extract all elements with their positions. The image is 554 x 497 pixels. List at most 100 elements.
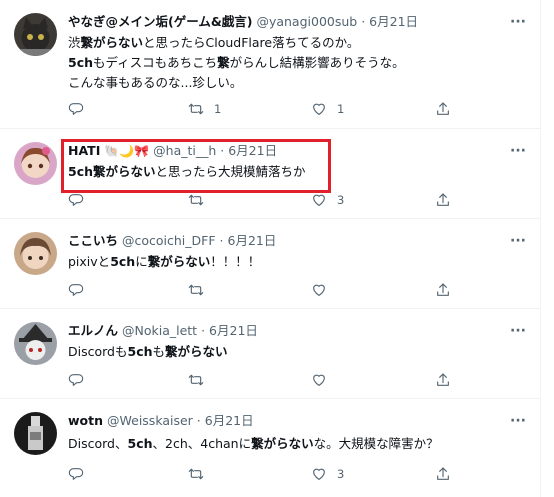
text-segment: Discord、 <box>68 436 128 451</box>
highlighted-keyword: 繋がらない <box>147 254 211 269</box>
user-handle[interactable]: @yanagi000sub <box>256 14 357 29</box>
character-avatar-icon <box>14 232 57 275</box>
highlighted-keyword: 繋がらない <box>251 436 314 451</box>
share-icon <box>437 283 449 296</box>
tweet[interactable]: ここいち @cocoichi_DFF · 6月21日 ··· pixivと5ch… <box>0 219 541 309</box>
text-segment: Discordも <box>68 344 128 359</box>
tweet-date[interactable]: 6月21日 <box>205 413 254 428</box>
tweet-text: Discordも5chも繋がらない <box>68 342 228 362</box>
reply-button[interactable] <box>68 100 84 118</box>
tweet-header: エルノん @Nokia_lett · 6月21日 <box>68 323 258 339</box>
text-segment: ！！！！ <box>210 254 261 269</box>
text-segment: がらんし結構影響ありそうな。 <box>229 55 405 70</box>
avatar-character[interactable] <box>14 232 57 275</box>
tweet-text-line: pixivと5chに繋がらない！！！！ <box>68 252 260 272</box>
tweet-date[interactable]: 6月21日 <box>228 233 277 248</box>
like-button[interactable]: 3 <box>311 191 344 209</box>
retweet-button[interactable] <box>188 191 204 209</box>
text-segment: と思ったらCloudFlare落ちてるのか。 <box>143 35 360 50</box>
reply-button[interactable] <box>68 371 84 389</box>
more-horizontal-icon[interactable]: ··· <box>509 324 527 341</box>
avatar-bottle[interactable] <box>14 412 57 455</box>
reply-button[interactable] <box>68 191 84 209</box>
reply-icon <box>68 194 84 206</box>
highlighted-keyword: 5ch <box>68 55 94 70</box>
avatar-black-cat[interactable] <box>14 13 57 56</box>
tweet[interactable]: やなぎ@メイン垢(ゲーム&戯言) @yanagi000sub · 6月21日 ·… <box>0 0 541 129</box>
heart-icon <box>313 103 325 115</box>
tweet-actions: 3 <box>60 465 460 483</box>
heart-icon <box>313 284 325 296</box>
share-button[interactable] <box>435 281 451 299</box>
more-horizontal-icon[interactable]: ··· <box>509 144 527 161</box>
retweet-button[interactable] <box>188 281 204 299</box>
tweet-date[interactable]: 6月21日 <box>369 14 418 29</box>
tweet[interactable]: エルノん @Nokia_lett · 6月21日 ··· Discordも5ch… <box>0 309 541 399</box>
like-count: 1 <box>337 102 345 116</box>
tweet-actions <box>60 371 460 389</box>
reply-button[interactable] <box>68 281 84 299</box>
user-handle[interactable]: @cocoichi_DFF <box>122 233 216 248</box>
share-icon <box>437 193 449 206</box>
tweet-header: wotn @Weisskaiser · 6月21日 <box>68 413 254 429</box>
black-cat-avatar-icon <box>14 13 57 56</box>
display-name[interactable]: ここいち <box>68 233 118 248</box>
share-button[interactable] <box>435 191 451 209</box>
tweet-header: ここいち @cocoichi_DFF · 6月21日 <box>68 233 276 249</box>
like-count: 3 <box>337 193 345 207</box>
timeline-feed: やなぎ@メイン垢(ゲーム&戯言) @yanagi000sub · 6月21日 ·… <box>0 0 541 497</box>
tweet[interactable]: wotn @Weisskaiser · 6月21日 ··· Discord、5c… <box>0 399 541 497</box>
user-handle[interactable]: @Weisskaiser <box>107 413 193 428</box>
separator: · <box>196 413 201 428</box>
share-icon <box>437 467 449 480</box>
display-name[interactable]: wotn <box>68 413 103 428</box>
reply-icon <box>68 468 84 480</box>
tweet-text: pixivと5chに繋がらない！！！！ <box>68 252 260 272</box>
display-name[interactable]: やなぎ@メイン垢(ゲーム&戯言) <box>68 14 252 29</box>
avatar-anime-girl[interactable] <box>14 142 57 185</box>
tweet-actions <box>60 281 460 299</box>
text-segment: な。大規模な障害か？ <box>313 436 439 451</box>
separator: · <box>219 233 224 248</box>
retweet-count: 1 <box>214 102 222 116</box>
retweet-button[interactable] <box>188 465 204 483</box>
heart-icon <box>313 194 325 206</box>
tweet-text-line: 渋繋がらないと思ったらCloudFlare落ちてるのか。 <box>68 33 405 53</box>
witch-avatar-icon <box>14 322 57 365</box>
heart-icon <box>313 374 325 386</box>
text-segment: 渋 <box>68 35 81 50</box>
text-segment: もディスコもあちこち <box>93 55 218 70</box>
heart-icon <box>313 468 325 480</box>
share-button[interactable] <box>435 100 451 118</box>
tweet-date[interactable]: 6月21日 <box>209 323 258 338</box>
highlighted-keyword: 繋がらない <box>165 344 228 359</box>
more-horizontal-icon[interactable]: ··· <box>509 15 527 32</box>
tweet-header: やなぎ@メイン垢(ゲーム&戯言) @yanagi000sub · 6月21日 <box>68 14 418 30</box>
reply-icon <box>68 374 84 386</box>
text-segment: 、2ch、4chanに <box>152 436 252 451</box>
like-button[interactable] <box>311 281 327 299</box>
display-name[interactable]: エルノん <box>68 323 118 338</box>
bottle-avatar-icon <box>14 412 57 455</box>
more-horizontal-icon[interactable]: ··· <box>509 234 527 251</box>
tweet-text: 渋繋がらないと思ったらCloudFlare落ちてるのか。 5chもディスコもあち… <box>68 33 405 93</box>
reply-button[interactable] <box>68 465 84 483</box>
like-button[interactable] <box>311 371 327 389</box>
separator: · <box>361 14 366 29</box>
retweet-button[interactable]: 1 <box>188 100 221 118</box>
share-button[interactable] <box>435 371 451 389</box>
text-segment: に <box>135 254 148 269</box>
avatar-witch[interactable] <box>14 322 57 365</box>
user-handle[interactable]: @Nokia_lett <box>122 323 197 338</box>
tweet-text: Discord、5ch、2ch、4chanに繋がらないな。大規模な障害か？ <box>68 434 439 454</box>
reply-icon <box>68 103 84 115</box>
retweet-button[interactable] <box>188 371 204 389</box>
retweet-icon <box>188 468 204 480</box>
tweet-text-line: 5chもディスコもあちこち繋がらんし結構影響ありそうな。 <box>68 53 405 73</box>
share-button[interactable] <box>435 465 451 483</box>
tweet-text-line: Discordも5chも繋がらない <box>68 342 228 362</box>
like-button[interactable]: 1 <box>311 100 344 118</box>
like-button[interactable]: 3 <box>311 465 344 483</box>
more-horizontal-icon[interactable]: ··· <box>509 414 527 431</box>
highlighted-keyword: 繋がらない <box>80 35 144 50</box>
